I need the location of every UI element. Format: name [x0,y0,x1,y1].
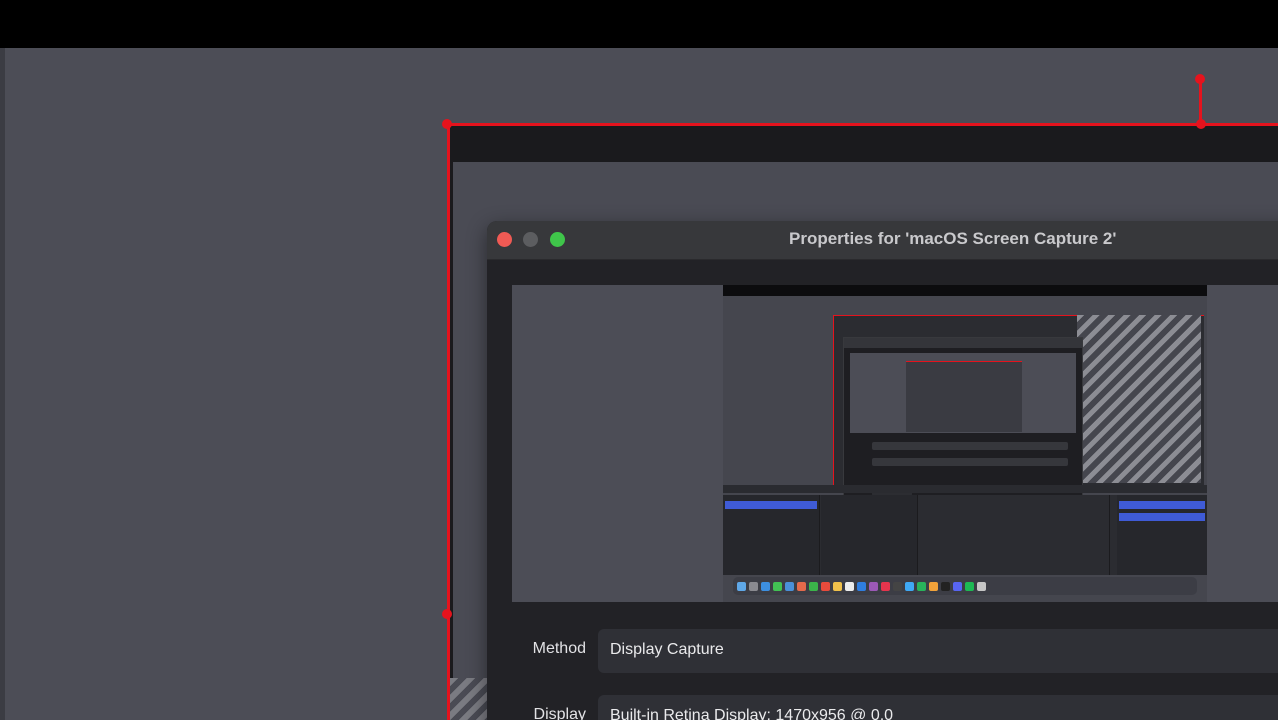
dock-music-icon [881,581,890,591]
preview-scene-selected [725,501,817,509]
transform-handle-top-left-icon[interactable] [442,119,452,129]
preview-scenes-panel [723,495,820,575]
method-select[interactable]: Display Capture [598,629,1278,673]
preview-screenshot [723,285,1207,602]
dock-app-icon [965,581,974,591]
dock-trash-icon [977,581,986,591]
dock-appstore-icon [857,581,866,591]
dock-podcasts-icon [869,581,878,591]
method-label: Method [532,640,586,657]
display-label: Display [533,706,586,720]
window-title: Properties for 'macOS Screen Capture 2' [789,229,1117,248]
maximize-dot-icon[interactable] [550,232,565,247]
left-divider [0,48,5,720]
dock-safari-icon [761,581,770,591]
display-select[interactable]: Built-in Retina Display: 1470x956 @ 0,0 [598,695,1278,720]
method-row: Method Display Capture [487,629,1278,673]
dock-notes-icon [833,581,842,591]
source-preview [512,285,1278,602]
display-row: Display Built-in Retina Display: 1470x95… [487,695,1278,720]
dock-xcode-icon [905,581,914,591]
window-titlebar[interactable]: Properties for 'macOS Screen Capture 2' [487,221,1278,260]
method-value: Display Capture [610,641,724,658]
properties-window: Properties for 'macOS Screen Capture 2' [487,221,1278,720]
dock-mail-icon [785,581,794,591]
properties-body: Method Display Capture Display Built-in … [487,260,1278,720]
dock-calendar-icon [821,581,830,591]
preview-display-field [872,458,1068,466]
preview-menubar [723,285,1207,296]
obs-canvas: Properties for 'macOS Screen Capture 2' [0,0,1278,720]
transform-handle-top-icon[interactable] [1196,119,1206,129]
display-value: Built-in Retina Display: 1470x956 @ 0,0 [610,707,894,720]
dock-reminders-icon [845,581,854,591]
preview-dialog-shot [906,361,1022,432]
dock-finder-icon [737,581,746,591]
transform-handle-left-icon[interactable] [442,609,452,619]
rotation-handle-line [1199,82,1202,124]
dock-facetime-icon [809,581,818,591]
preview-method-field [872,442,1068,450]
preview-mixer-panel [919,495,1110,575]
preview-stripes [1077,315,1201,483]
dock-launchpad-icon [749,581,758,591]
preview-dialog-title [844,338,1082,348]
dock-firefox-icon [929,581,938,591]
preview-controls-panel [1117,495,1207,575]
dock-terminal-icon [893,581,902,591]
preview-dialog-preview [850,353,1076,433]
dock-obs-icon [941,581,950,591]
dock-messages-icon [773,581,782,591]
preview-start-streaming [1119,501,1205,509]
dock-discord-icon [953,581,962,591]
dock-spotify-icon [917,581,926,591]
preview-dock [733,577,1197,595]
preview-start-recording [1119,513,1205,521]
minimize-dot-icon[interactable] [523,232,538,247]
preview-obs-toolbar [723,485,1207,493]
close-dot-icon[interactable] [497,232,512,247]
bounds-stripes [450,678,490,720]
preview-sources-panel [821,495,918,575]
preview-obs-panels [723,495,1207,575]
rotation-handle-icon[interactable] [1195,74,1205,84]
dock-photos-icon [797,581,806,591]
